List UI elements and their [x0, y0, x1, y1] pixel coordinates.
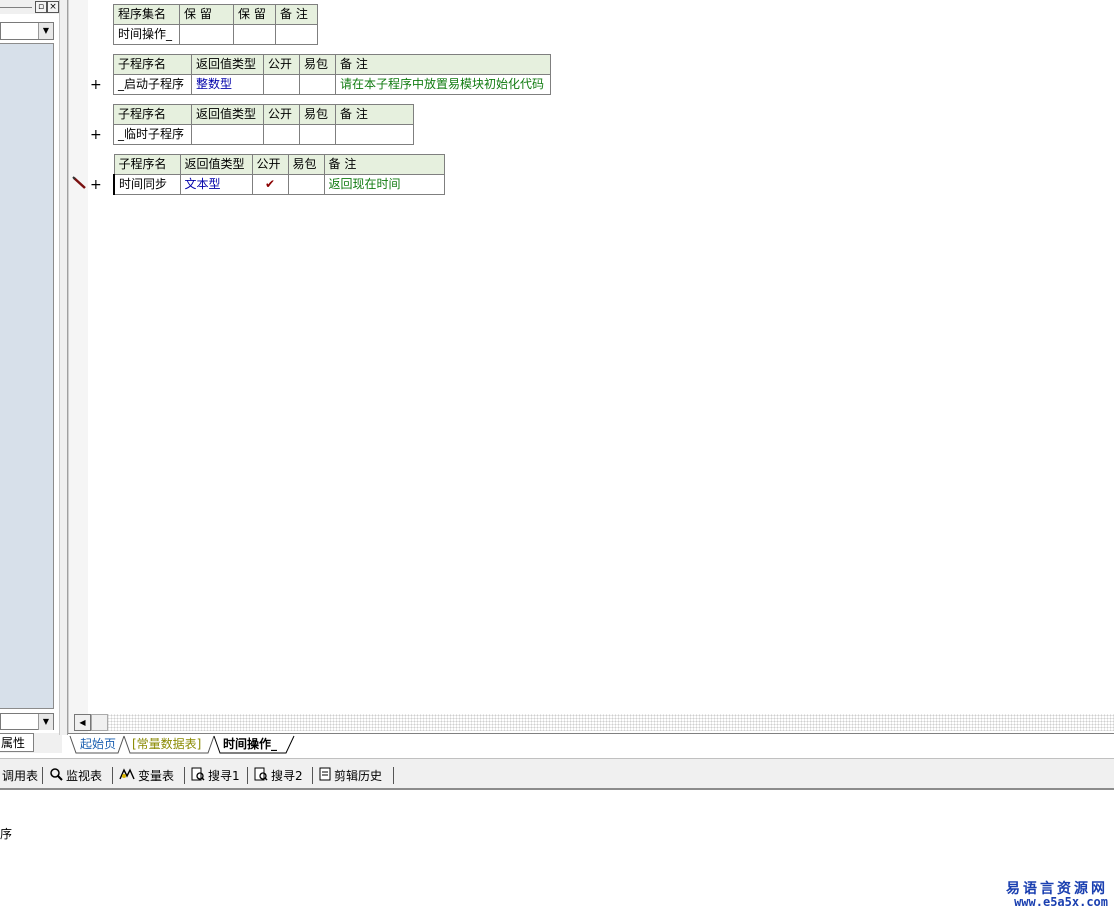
- public-cell[interactable]: [263, 124, 300, 145]
- left-panel-combo[interactable]: ▼: [0, 22, 54, 40]
- panel-splitter[interactable]: [59, 0, 68, 735]
- header-cell: 子程序名: [113, 54, 192, 75]
- header-cell: 公开: [263, 104, 300, 125]
- search2-button[interactable]: 搜寻2: [254, 767, 303, 785]
- watch-table-label: 监视表: [66, 769, 103, 783]
- call-table-button[interactable]: 调用表: [2, 767, 38, 785]
- header-cell: 保 留: [179, 4, 234, 25]
- public-cell[interactable]: [263, 74, 300, 95]
- public-cell[interactable]: ✔: [251, 174, 289, 195]
- clipboard-icon: [319, 767, 331, 786]
- header-cell: 备 注: [335, 54, 551, 75]
- scroll-thumb[interactable]: [91, 714, 108, 731]
- sub-table-2: 子程序名 返回值类型 公开 易包 备 注 _临时子程序: [113, 104, 414, 145]
- note-cell[interactable]: [275, 24, 318, 45]
- clip-history-label: 剪辑历史: [334, 769, 383, 783]
- clip-history-button[interactable]: 剪辑历史: [319, 767, 382, 785]
- header-cell: 子程序名: [113, 104, 192, 125]
- search1-label: 搜寻1: [208, 769, 240, 783]
- search2-label: 搜寻2: [271, 769, 303, 783]
- epkg-cell[interactable]: [287, 174, 325, 195]
- document-tabs: 起始页 [常量数据表] 时间操作_: [68, 733, 1114, 756]
- sub-table-1: 子程序名 返回值类型 公开 易包 备 注 _启动子程序 整数型 请在本子程序中放…: [113, 54, 551, 95]
- sub-name-cell[interactable]: _启动子程序: [113, 74, 192, 95]
- variable-table-label: 变量表: [138, 769, 175, 783]
- left-panel-combo-bottom[interactable]: ▼: [0, 713, 54, 730]
- search-page-icon: [254, 767, 268, 786]
- header-cell: 子程序名: [113, 154, 181, 175]
- edit-pen-icon: [72, 176, 88, 193]
- note-cell[interactable]: 返回现在时间: [323, 174, 445, 195]
- reserved-cell[interactable]: [179, 24, 234, 45]
- tab-time-operation[interactable]: 时间操作_: [223, 736, 277, 753]
- return-type-cell[interactable]: 文本型: [179, 174, 253, 195]
- variable-icon: [119, 767, 135, 786]
- tab-start-page[interactable]: 起始页: [80, 736, 116, 753]
- header-cell: 易包: [299, 104, 336, 125]
- header-cell: 返回值类型: [179, 154, 253, 175]
- sub-name-cell[interactable]: _临时子程序: [113, 124, 192, 145]
- header-cell: 保 留: [233, 4, 276, 25]
- search-page-icon: [191, 767, 205, 786]
- assembly-name-cell[interactable]: 时间操作_: [113, 24, 180, 45]
- watch-table-button[interactable]: 监视表: [49, 767, 102, 785]
- watermark-url: www.e5a5x.com: [1014, 895, 1108, 909]
- header-cell: 备 注: [335, 104, 414, 125]
- output-text: 序: [0, 827, 13, 841]
- editor-gutter: [68, 0, 88, 735]
- assembly-table: 程序集名 保 留 保 留 备 注 时间操作_: [113, 4, 318, 45]
- scroll-left-icon[interactable]: ◀: [74, 714, 91, 731]
- sub-name-cell[interactable]: 时间同步: [113, 174, 181, 195]
- left-panel-titlebar: ▫ ×: [0, 0, 60, 14]
- note-cell[interactable]: 请在本子程序中放置易模块初始化代码: [335, 74, 551, 95]
- header-cell: 备 注: [323, 154, 445, 175]
- call-table-label: 调用表: [2, 769, 39, 783]
- chevron-down-icon[interactable]: ▼: [38, 23, 53, 39]
- left-panel-list[interactable]: [0, 43, 54, 709]
- return-type-cell[interactable]: 整数型: [191, 74, 264, 95]
- tab-properties[interactable]: 属性: [0, 733, 34, 752]
- chevron-down-icon[interactable]: ▼: [38, 714, 53, 730]
- search1-button[interactable]: 搜寻1: [191, 767, 240, 785]
- note-cell[interactable]: [335, 124, 414, 145]
- variable-table-button[interactable]: 变量表: [119, 767, 174, 785]
- left-panel-tabs: 属性: [0, 733, 62, 753]
- header-cell: 易包: [287, 154, 325, 175]
- close-icon[interactable]: ×: [47, 1, 59, 13]
- header-cell: 公开: [251, 154, 289, 175]
- header-cell: 返回值类型: [191, 54, 264, 75]
- epkg-cell[interactable]: [299, 124, 336, 145]
- header-cell: 公开: [263, 54, 300, 75]
- horizontal-scrollbar[interactable]: ◀: [74, 714, 1114, 731]
- expand-icon[interactable]: +: [90, 178, 102, 192]
- return-type-cell[interactable]: [191, 124, 264, 145]
- epkg-cell[interactable]: [299, 74, 336, 95]
- reserved-cell[interactable]: [233, 24, 276, 45]
- header-cell: 易包: [299, 54, 336, 75]
- header-cell: 程序集名: [113, 4, 180, 25]
- magnifier-icon: [49, 767, 63, 786]
- output-panel[interactable]: 序 易语言资源网 www.e5a5x.com: [0, 792, 1114, 915]
- bottom-toolbar: 调用表 监视表 变量表 搜寻1 搜寻2 剪辑历史: [0, 758, 1114, 790]
- tab-constant-table[interactable]: [常量数据表]: [132, 736, 201, 753]
- restore-icon[interactable]: ▫: [35, 1, 47, 13]
- expand-icon[interactable]: +: [90, 128, 102, 142]
- expand-icon[interactable]: +: [90, 78, 102, 92]
- header-cell: 备 注: [275, 4, 318, 25]
- sub-table-3: 子程序名 返回值类型 公开 易包 备 注 时间同步 文本型 ✔ 返回现在时间: [113, 154, 445, 195]
- header-cell: 返回值类型: [191, 104, 264, 125]
